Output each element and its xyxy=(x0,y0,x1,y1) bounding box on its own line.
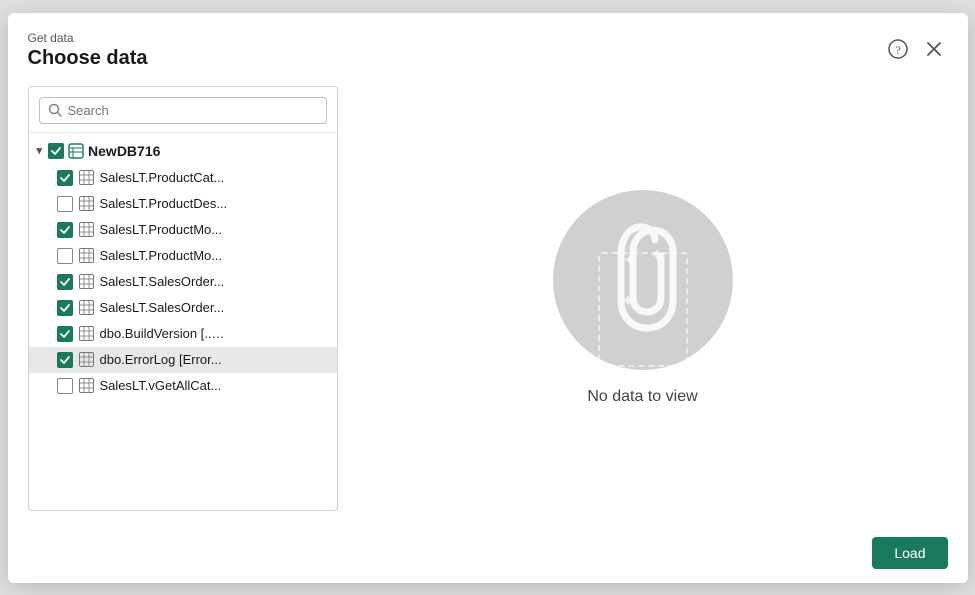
tree-item-label: SalesLT.ProductMo... xyxy=(100,222,223,237)
tree-root[interactable]: ▾ NewDB716 xyxy=(29,137,337,165)
tree-item-label: dbo.ErrorLog [Error... xyxy=(100,352,222,367)
no-data-illustration: ✦ ✦ ✦ xyxy=(553,190,733,370)
dialog-header-right: ? xyxy=(884,35,948,63)
chevron-icon: ▾ xyxy=(37,144,43,157)
tree-item[interactable]: SalesLT.ProductCat... xyxy=(29,165,337,191)
checkbox-empty[interactable] xyxy=(57,248,73,264)
tree-item-label: SalesLT.SalesOrder... xyxy=(100,300,225,315)
sparkle-icon-tl: ✦ xyxy=(623,250,638,271)
search-icon xyxy=(48,103,62,117)
tree-list: ▾ NewDB716 xyxy=(29,133,337,510)
tree-item[interactable]: SalesLT.vGetAllCat... xyxy=(29,373,337,399)
checkbox-empty[interactable] xyxy=(57,196,73,212)
tree-item[interactable]: dbo.BuildVersion [..… xyxy=(29,321,337,347)
tree-item-label: dbo.BuildVersion [..… xyxy=(100,326,225,341)
db-name-label: NewDB716 xyxy=(88,143,160,159)
checkbox-checked[interactable] xyxy=(57,274,73,290)
table-icon xyxy=(79,300,94,315)
tree-item-label: SalesLT.ProductMo... xyxy=(100,248,223,263)
table-icon xyxy=(79,326,94,341)
checkbox-empty[interactable] xyxy=(57,378,73,394)
tree-item-label: SalesLT.ProductCat... xyxy=(100,170,225,185)
tree-item[interactable]: SalesLT.ProductMo... xyxy=(29,217,337,243)
search-input[interactable] xyxy=(68,103,318,118)
database-icon xyxy=(68,143,84,159)
no-data-label: No data to view xyxy=(587,388,697,406)
tree-item[interactable]: SalesLT.SalesOrder... xyxy=(29,295,337,321)
dialog-body: ▾ NewDB716 xyxy=(8,70,968,527)
sparkle-icon-bl: ✦ xyxy=(621,291,636,312)
table-icon xyxy=(79,222,94,237)
dialog-footer: Load xyxy=(8,527,968,583)
right-panel: ✦ ✦ ✦ No data to view xyxy=(338,86,948,511)
checkbox-checked[interactable] xyxy=(57,222,73,238)
tree-item[interactable]: SalesLT.ProductDes... xyxy=(29,191,337,217)
checkbox-checked[interactable] xyxy=(57,326,73,342)
paperclip-wrap: ✦ ✦ ✦ xyxy=(603,220,683,340)
table-icon xyxy=(79,170,94,185)
tree-items-container: SalesLT.ProductCat... SalesLT.ProductDes… xyxy=(29,165,337,399)
left-panel: ▾ NewDB716 xyxy=(28,86,338,511)
tree-item[interactable]: dbo.ErrorLog [Error... xyxy=(29,347,337,373)
table-icon xyxy=(79,196,94,211)
search-box-wrap xyxy=(29,87,337,133)
dialog-title: Choose data xyxy=(28,47,148,70)
dialog-header-left: Get data Choose data xyxy=(28,31,148,70)
checkbox-checked[interactable] xyxy=(57,300,73,316)
tree-item[interactable]: SalesLT.SalesOrder... xyxy=(29,269,337,295)
load-button[interactable]: Load xyxy=(872,537,947,569)
tree-item-label: SalesLT.vGetAllCat... xyxy=(100,378,222,393)
tree-item-label: SalesLT.SalesOrder... xyxy=(100,274,225,289)
dialog: Get data Choose data ? xyxy=(8,13,968,583)
tree-item[interactable]: SalesLT.ProductMo... xyxy=(29,243,337,269)
dashed-rect xyxy=(598,252,688,367)
dialog-subtitle: Get data xyxy=(28,31,148,45)
table-icon xyxy=(79,352,94,367)
search-box xyxy=(39,97,327,124)
close-button[interactable] xyxy=(920,35,948,63)
table-icon xyxy=(79,378,94,393)
table-icon xyxy=(79,248,94,263)
tree-item-label: SalesLT.ProductDes... xyxy=(100,196,228,211)
checkbox-checked[interactable] xyxy=(57,170,73,186)
table-icon xyxy=(79,274,94,289)
dialog-header: Get data Choose data ? xyxy=(8,13,968,70)
db-checkbox-checked[interactable] xyxy=(48,143,64,159)
sparkle-icon-tr: ✦ xyxy=(649,245,664,266)
checkbox-checked[interactable] xyxy=(57,352,73,368)
help-button[interactable]: ? xyxy=(884,35,912,63)
svg-text:?: ? xyxy=(895,43,900,57)
